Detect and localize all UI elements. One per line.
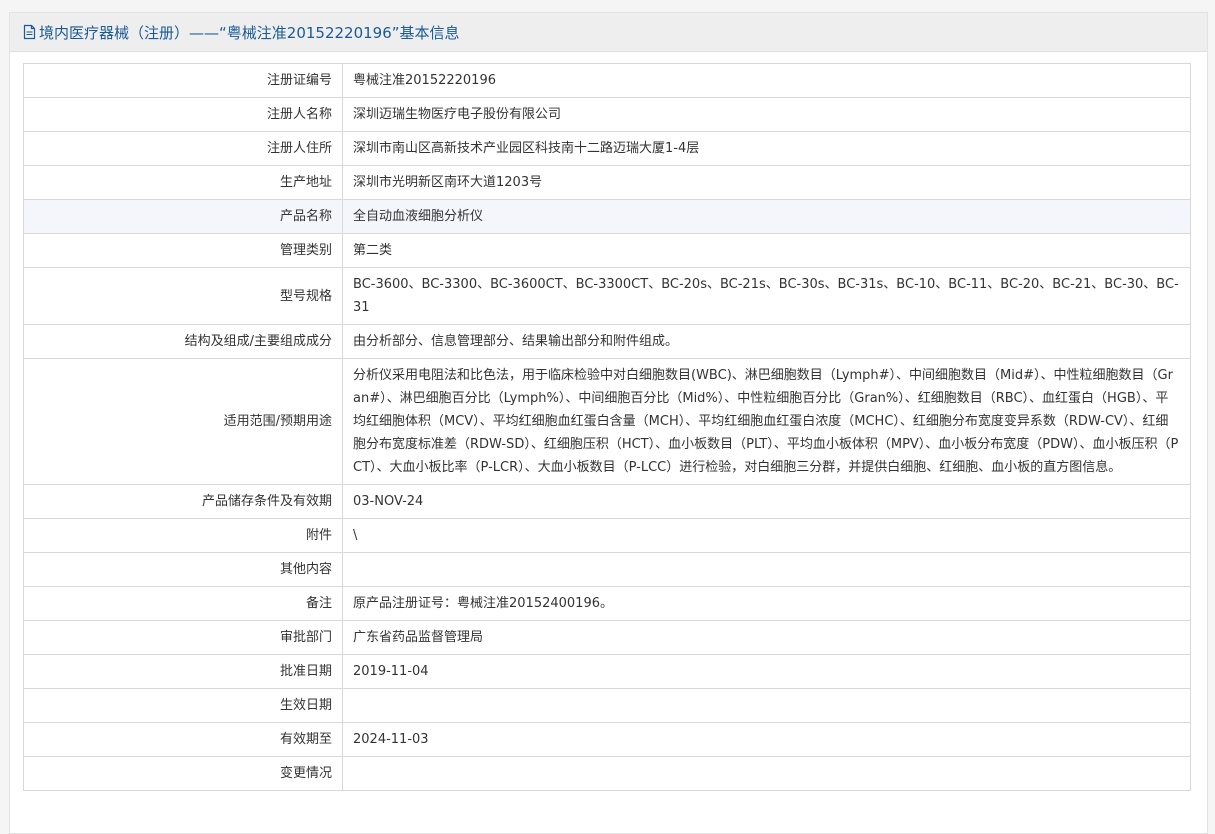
info-table: 注册证编号 粤械注准20152220196 注册人名称 深圳迈瑞生物医疗电子股份…	[23, 63, 1191, 791]
row-value	[342, 688, 1191, 723]
table-row: 注册人住所 深圳市南山区高新技术产业园区科技南十二路迈瑞大厦1-4层	[23, 131, 1191, 166]
row-label: 变更情况	[23, 756, 343, 791]
table-row: 生效日期	[23, 688, 1191, 723]
row-label: 备注	[23, 586, 343, 621]
table-row: 其他内容	[23, 552, 1191, 587]
row-label: 型号规格	[23, 267, 343, 325]
row-value: 深圳市南山区高新技术产业园区科技南十二路迈瑞大厦1-4层	[342, 131, 1191, 166]
table-row: 备注 原产品注册证号：粤械注准20152400196。	[23, 586, 1191, 621]
row-value: 粤械注准20152220196	[342, 63, 1191, 98]
table-row: 适用范围/预期用途 分析仪采用电阻法和比色法，用于临床检验中对白细胞数目(WBC…	[23, 358, 1191, 485]
row-value: \	[342, 518, 1191, 553]
document-icon	[23, 24, 36, 40]
row-value: 广东省药品监督管理局	[342, 620, 1191, 655]
row-value: 2024-11-03	[342, 722, 1191, 757]
table-row: 注册证编号 粤械注准20152220196	[23, 63, 1191, 98]
row-value: 深圳市光明新区南环大道1203号	[342, 165, 1191, 200]
row-label: 产品名称	[23, 199, 343, 234]
table-row: 附件 \	[23, 518, 1191, 553]
row-label: 批准日期	[23, 654, 343, 689]
row-label: 产品储存条件及有效期	[23, 484, 343, 519]
row-label: 结构及组成/主要组成成分	[23, 324, 343, 359]
table-row: 管理类别 第二类	[23, 233, 1191, 268]
row-value: BC-3600、BC-3300、BC-3600CT、BC-3300CT、BC-2…	[342, 267, 1191, 325]
row-label: 适用范围/预期用途	[23, 358, 343, 485]
row-value: 深圳迈瑞生物医疗电子股份有限公司	[342, 97, 1191, 132]
row-label: 生产地址	[23, 165, 343, 200]
row-label: 管理类别	[23, 233, 343, 268]
row-label: 附件	[23, 518, 343, 553]
row-label: 生效日期	[23, 688, 343, 723]
row-value: 原产品注册证号：粤械注准20152400196。	[342, 586, 1191, 621]
row-value	[342, 552, 1191, 587]
row-label: 审批部门	[23, 620, 343, 655]
row-label: 注册人住所	[23, 131, 343, 166]
table-row: 有效期至 2024-11-03	[23, 722, 1191, 757]
table-row: 变更情况	[23, 756, 1191, 791]
row-value: 由分析部分、信息管理部分、结果输出部分和附件组成。	[342, 324, 1191, 359]
row-label: 注册人名称	[23, 97, 343, 132]
table-row: 审批部门 广东省药品监督管理局	[23, 620, 1191, 655]
row-label: 其他内容	[23, 552, 343, 587]
table-row: 产品储存条件及有效期 03-NOV-24	[23, 484, 1191, 519]
row-value: 第二类	[342, 233, 1191, 268]
panel-header: 境内医疗器械（注册）——“粤械注准20152220196”基本信息	[10, 13, 1207, 52]
row-label: 有效期至	[23, 722, 343, 757]
table-row: 型号规格 BC-3600、BC-3300、BC-3600CT、BC-3300CT…	[23, 267, 1191, 325]
table-row: 注册人名称 深圳迈瑞生物医疗电子股份有限公司	[23, 97, 1191, 132]
row-value: 分析仪采用电阻法和比色法，用于临床检验中对白细胞数目(WBC)、淋巴细胞数目（L…	[342, 358, 1191, 485]
table-row: 生产地址 深圳市光明新区南环大道1203号	[23, 165, 1191, 200]
row-value	[342, 756, 1191, 791]
row-label: 注册证编号	[23, 63, 343, 98]
row-value: 2019-11-04	[342, 654, 1191, 689]
info-panel: 境内医疗器械（注册）——“粤械注准20152220196”基本信息 注册证编号 …	[9, 12, 1208, 834]
table-row: 批准日期 2019-11-04	[23, 654, 1191, 689]
table-row: 结构及组成/主要组成成分 由分析部分、信息管理部分、结果输出部分和附件组成。	[23, 324, 1191, 359]
row-value: 03-NOV-24	[342, 484, 1191, 519]
table-row: 产品名称 全自动血液细胞分析仪	[23, 199, 1191, 234]
row-value: 全自动血液细胞分析仪	[342, 199, 1191, 234]
page-title: 境内医疗器械（注册）——“粤械注准20152220196”基本信息	[39, 23, 460, 42]
